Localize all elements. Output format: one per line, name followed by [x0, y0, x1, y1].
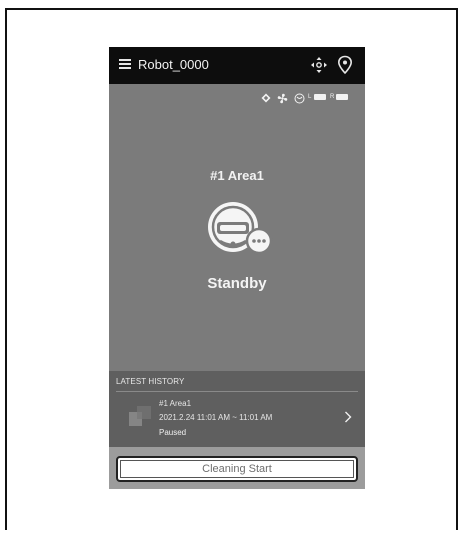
- top-app-bar: Robot_0000: [109, 47, 365, 84]
- area-name: #1 Area1: [210, 168, 264, 183]
- robot-state: Standby: [207, 275, 267, 292]
- bottom-action-bar: Cleaning Start: [109, 447, 365, 489]
- history-status: Paused: [159, 428, 187, 437]
- battery-left-icon: [314, 94, 326, 100]
- latest-history-panel: LATEST HISTORY #1 Area1 2021.2.24 11:01 …: [109, 371, 365, 447]
- location-pin-icon[interactable]: [337, 55, 353, 75]
- mop-icon: [294, 93, 305, 104]
- battery-right-label: R: [330, 94, 335, 100]
- history-area: #1 Area1: [159, 399, 192, 408]
- battery-right-icon: [336, 94, 348, 100]
- robot-name: Robot_0000: [138, 57, 209, 72]
- fan-icon: [277, 93, 288, 104]
- robot-cleaner-icon: [208, 202, 273, 255]
- history-divider: [116, 391, 358, 392]
- hamburger-menu-icon[interactable]: [119, 59, 131, 69]
- map-thumbnail-icon: [129, 406, 151, 426]
- chevron-right-icon: [345, 411, 352, 423]
- history-time: 2021.2.24 11:01 AM ~ 11:01 AM: [159, 413, 273, 422]
- status-icon-row: L R: [261, 91, 359, 105]
- cleaning-start-button[interactable]: Cleaning Start: [116, 456, 358, 482]
- diamond-icon: [261, 93, 271, 103]
- history-title: LATEST HISTORY: [116, 377, 185, 386]
- move-arrows-icon[interactable]: [310, 56, 328, 74]
- app-screen: Robot_0000 L R #1 Area1 Standby LATEST H…: [109, 47, 365, 489]
- battery-left-label: L: [308, 94, 312, 100]
- history-item[interactable]: #1 Area1 2021.2.24 11:01 AM ~ 11:01 AM P…: [109, 393, 365, 445]
